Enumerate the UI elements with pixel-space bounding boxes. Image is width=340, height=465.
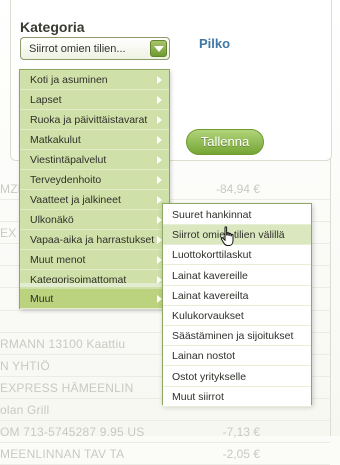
menu-item[interactable]: Vapaa-aika ja harrastukset — [20, 230, 169, 250]
category-select[interactable]: Siirrot omien tilien... — [20, 37, 170, 60]
menu-item[interactable]: Muut menot — [20, 250, 169, 270]
menu-item[interactable]: Vaatteet ja jalkineet — [20, 190, 169, 210]
menu-item-label: Ulkonäkö — [30, 214, 74, 226]
menu-item-label: Matkakulut — [30, 134, 81, 146]
submenu-item[interactable]: Muut siirrot — [163, 386, 311, 407]
split-link[interactable]: Pilko — [199, 36, 230, 51]
menu-item-label: Muut — [30, 293, 54, 305]
menu-item[interactable]: Viestintäpalvelut — [20, 150, 169, 170]
category-label: Kategoria — [20, 19, 85, 35]
transaction-description: RMANN 13100 Kaattiu — [0, 336, 126, 351]
transaction-description: olan Grill — [0, 403, 50, 417]
transaction-description: EX — [0, 226, 17, 241]
transaction-description: OM 713-5745287 9.95 US — [0, 425, 145, 440]
category-dropdown-menu: Koti ja asuminen Lapset Ruoka ja päivittäi… — [19, 69, 170, 309]
table-row[interactable]: OM 713-5745287 9.95 US -7,13 € — [0, 421, 330, 443]
transaction-description: N YHTIÖ — [0, 358, 50, 373]
chevron-right-icon — [157, 116, 162, 124]
menu-item-label: Ruoka ja päivittäistavarat — [30, 114, 148, 126]
menu-item[interactable]: Ruoka ja päivittäistavarat — [20, 110, 169, 130]
save-button[interactable]: Tallenna — [186, 129, 264, 155]
menu-item-label: Viestintäpalvelut — [30, 154, 107, 166]
menu-item[interactable]: Terveydenhoito — [20, 170, 169, 190]
menu-separator — [20, 283, 169, 287]
menu-item-label: Koti ja asuminen — [30, 74, 108, 86]
table-row[interactable]: MEENLINNAN TAV TA -2,05 € — [0, 443, 330, 465]
menu-item[interactable]: Ulkonäkö — [20, 210, 169, 230]
menu-item[interactable]: Lapset — [20, 90, 169, 110]
transaction-amount: -7,13 € — [222, 425, 260, 440]
chevron-down-icon[interactable] — [150, 40, 167, 57]
transaction-amount: -2,05 € — [222, 447, 260, 462]
submenu-item[interactable]: Ostot yritykselle — [163, 366, 311, 387]
submenu-item[interactable]: Lainat kavereilta — [163, 285, 311, 306]
muut-submenu: Suuret hankinnat Siirrot omien tilien väl… — [162, 203, 312, 407]
menu-item-label: Lapset — [30, 94, 62, 106]
chevron-right-icon — [157, 136, 162, 144]
chevron-right-icon — [157, 96, 162, 104]
submenu-item[interactable]: Säästäminen ja sijoitukset — [163, 326, 311, 347]
category-select-value: Siirrot omien tilien... — [29, 43, 126, 55]
submenu-item[interactable]: Kulukorvaukset — [163, 306, 311, 326]
transaction-description: EXPRESS HÄMEENLIN — [0, 380, 134, 395]
menu-item-muut[interactable]: Muut — [20, 289, 169, 309]
hand-pointer-icon — [220, 226, 234, 246]
submenu-item[interactable]: Lainan nostot — [163, 346, 311, 367]
menu-item-label: Vapaa-aika ja harrastukset — [30, 234, 155, 246]
transaction-description: MEENLINNAN TAV TA — [0, 447, 125, 462]
chevron-right-icon — [157, 156, 162, 164]
menu-item-label: Terveydenhoito — [30, 174, 102, 186]
menu-item-label: Vaatteet ja jalkineet — [30, 194, 121, 206]
submenu-item[interactable]: Suuret hankinnat — [163, 205, 311, 225]
menu-item[interactable]: Kategorisoimattomat — [20, 270, 169, 290]
transaction-amount: -84,94 € — [215, 182, 260, 196]
menu-item[interactable]: Koti ja asuminen — [20, 70, 169, 90]
chevron-right-icon — [157, 76, 162, 84]
chevron-right-icon — [157, 176, 162, 184]
submenu-item[interactable]: Lainat kavereille — [163, 265, 311, 286]
menu-item-label: Muut menot — [30, 254, 86, 266]
submenu-item[interactable]: Siirrot omien tilien välillä — [163, 225, 311, 246]
submenu-item[interactable]: Luottokorttilaskut — [163, 245, 311, 266]
menu-item[interactable]: Matkakulut — [20, 130, 169, 150]
